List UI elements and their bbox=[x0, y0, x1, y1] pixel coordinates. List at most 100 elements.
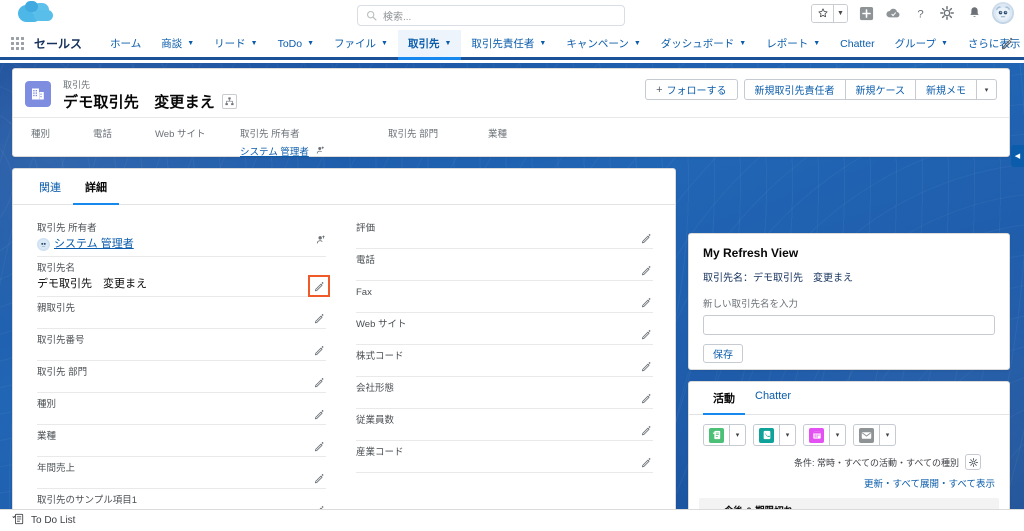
edit-pencil-icon[interactable] bbox=[639, 391, 653, 405]
edit-pencil-icon[interactable] bbox=[312, 471, 326, 485]
email-button[interactable] bbox=[853, 424, 879, 446]
nav-item-contacts[interactable]: 取引先責任者▼ bbox=[461, 30, 556, 60]
nav-item-label: ToDo bbox=[278, 38, 303, 50]
svg-text:?: ? bbox=[917, 8, 923, 20]
field-label: Web サイト bbox=[356, 318, 653, 331]
refresh-link[interactable]: 更新 bbox=[864, 479, 883, 490]
new-case-button[interactable]: 新規ケース bbox=[846, 79, 917, 100]
edit-account-name-pencil-icon[interactable] bbox=[310, 277, 328, 295]
new-event-caret-icon[interactable]: ▾ bbox=[829, 424, 846, 446]
nav-item-chatter[interactable]: Chatter bbox=[830, 30, 884, 60]
edit-pencil-icon[interactable] bbox=[312, 375, 326, 389]
new-contact-button[interactable]: 新規取引先責任者 bbox=[744, 79, 846, 100]
edit-pencil-icon[interactable] bbox=[639, 263, 653, 277]
nav-item-campaigns[interactable]: キャンペーン▼ bbox=[556, 30, 650, 60]
chevron-down-icon: ▼ bbox=[444, 40, 451, 47]
record-actions: + フォローする 新規取引先責任者 新規ケース 新規メモ ▾ bbox=[645, 79, 997, 100]
utility-bar: To Do List bbox=[0, 509, 1024, 531]
app-navigation-bar: セールス ホーム 商談▼ リード▼ ToDo▼ ファイル▼ 取引先▼ 取引先責任… bbox=[0, 30, 1024, 60]
app-name[interactable]: セールス bbox=[34, 30, 100, 57]
nav-item-label: ホーム bbox=[110, 36, 141, 51]
favorites-star-icon[interactable] bbox=[812, 5, 833, 22]
owner-change-icon[interactable] bbox=[316, 147, 325, 158]
new-task-button[interactable] bbox=[703, 424, 729, 446]
edit-pencil-icon[interactable] bbox=[639, 359, 653, 373]
edit-pencil-icon[interactable] bbox=[639, 455, 653, 469]
refresh-view-account-line: 取引先名：デモ取引先 変更まえ bbox=[689, 260, 1009, 284]
edit-pencil-icon[interactable] bbox=[639, 295, 653, 309]
todo-list-label[interactable]: To Do List bbox=[31, 515, 75, 526]
plus-icon: + bbox=[656, 84, 662, 96]
search-box[interactable]: 検索... bbox=[357, 5, 625, 26]
email-caret-icon[interactable]: ▾ bbox=[879, 424, 896, 446]
gear-icon[interactable] bbox=[938, 4, 956, 22]
field-parent-account: 親取引先 bbox=[37, 297, 326, 329]
nav-item-tasks[interactable]: ToDo▼ bbox=[268, 30, 324, 60]
calendar-icon bbox=[809, 428, 824, 443]
new-task-caret-icon[interactable]: ▾ bbox=[729, 424, 746, 446]
new-note-button[interactable]: 新規メモ bbox=[916, 79, 977, 100]
tab-chatter[interactable]: Chatter bbox=[745, 390, 801, 415]
global-search[interactable]: 検索... bbox=[357, 5, 625, 26]
log-a-call-button[interactable] bbox=[753, 424, 779, 446]
edit-pencil-icon[interactable] bbox=[639, 423, 653, 437]
more-actions-caret-icon[interactable]: ▾ bbox=[977, 79, 997, 100]
account-owner-link[interactable]: システム 管理者 bbox=[54, 236, 134, 252]
edit-pencil-icon[interactable] bbox=[639, 231, 653, 245]
new-event-action[interactable]: ▾ bbox=[803, 424, 846, 446]
save-button[interactable]: 保存 bbox=[703, 344, 743, 363]
account-owner-link[interactable]: システム 管理者 bbox=[240, 147, 309, 158]
user-avatar[interactable] bbox=[992, 2, 1014, 24]
edit-pencil-icon[interactable] bbox=[639, 327, 653, 341]
nav-item-reports[interactable]: レポート▼ bbox=[756, 30, 830, 60]
owner-change-icon[interactable] bbox=[316, 232, 326, 250]
add-icon[interactable] bbox=[857, 4, 875, 22]
help-icon[interactable]: ? bbox=[911, 4, 929, 22]
edit-pencil-icon[interactable] bbox=[312, 439, 326, 453]
log-a-call-caret-icon[interactable]: ▾ bbox=[779, 424, 796, 446]
setup-cloud-icon[interactable] bbox=[884, 4, 902, 22]
nav-item-dashboards[interactable]: ダッシュボード▼ bbox=[651, 30, 756, 60]
my-refresh-view-card: My Refresh View 取引先名：デモ取引先 変更まえ 新しい取引先名を… bbox=[688, 233, 1010, 370]
view-all-link[interactable]: すべて表示 bbox=[949, 479, 995, 490]
field-account-name: 取引先名 デモ取引先 変更まえ bbox=[37, 257, 326, 297]
edit-navigation-pencil-icon[interactable] bbox=[1001, 37, 1014, 55]
nav-item-accounts[interactable]: 取引先▼ bbox=[398, 30, 461, 60]
edit-pencil-icon[interactable] bbox=[312, 311, 326, 325]
tab-details[interactable]: 詳細 bbox=[73, 179, 119, 205]
compact-field-phone: 電話 bbox=[93, 126, 155, 158]
link-separator: ・ bbox=[939, 479, 949, 490]
nav-item-leads[interactable]: リード▼ bbox=[204, 30, 267, 60]
field-label: 取引先番号 bbox=[37, 334, 326, 347]
collapse-rail-toggle[interactable]: ◀ bbox=[1011, 145, 1024, 167]
log-a-call-action[interactable]: ▾ bbox=[753, 424, 796, 446]
nav-item-more[interactable]: さらに表示▼ bbox=[958, 30, 1024, 60]
field-account-owner: 取引先 所有者 システム 管理者 bbox=[37, 217, 326, 257]
record-action-button-group: 新規取引先責任者 新規ケース 新規メモ ▾ bbox=[744, 79, 998, 100]
email-action[interactable]: ▾ bbox=[853, 424, 896, 446]
nav-item-home[interactable]: ホーム bbox=[100, 30, 151, 60]
tab-activity[interactable]: 活動 bbox=[703, 390, 745, 415]
field-label: 年間売上 bbox=[37, 462, 326, 475]
nav-item-files[interactable]: ファイル▼ bbox=[324, 30, 398, 60]
nav-item-opportunities[interactable]: 商談▼ bbox=[151, 30, 204, 60]
edit-pencil-icon[interactable] bbox=[312, 407, 326, 421]
salesforce-cloud-logo[interactable] bbox=[14, 1, 60, 29]
favorites-caret-icon[interactable]: ▼ bbox=[833, 5, 847, 22]
new-account-name-input[interactable] bbox=[703, 315, 995, 335]
activity-settings-gear-icon[interactable] bbox=[965, 454, 981, 470]
tab-related[interactable]: 関連 bbox=[27, 179, 73, 205]
app-launcher-icon[interactable] bbox=[0, 30, 34, 57]
nav-item-groups[interactable]: グループ▼ bbox=[885, 30, 958, 60]
favorites-group[interactable]: ▼ bbox=[811, 4, 848, 23]
field-phone: 電話 bbox=[356, 249, 653, 281]
new-task-action[interactable]: ▾ bbox=[703, 424, 746, 446]
expand-all-link[interactable]: すべて展開 bbox=[893, 479, 939, 490]
new-event-button[interactable] bbox=[803, 424, 829, 446]
follow-button-label: フォローする bbox=[667, 82, 727, 97]
activity-links: 更新・すべて展開・すべて表示 bbox=[689, 470, 1009, 490]
account-hierarchy-icon[interactable] bbox=[222, 94, 237, 109]
follow-button[interactable]: + フォローする bbox=[645, 79, 737, 100]
edit-pencil-icon[interactable] bbox=[312, 343, 326, 357]
notifications-bell-icon[interactable] bbox=[965, 4, 983, 22]
